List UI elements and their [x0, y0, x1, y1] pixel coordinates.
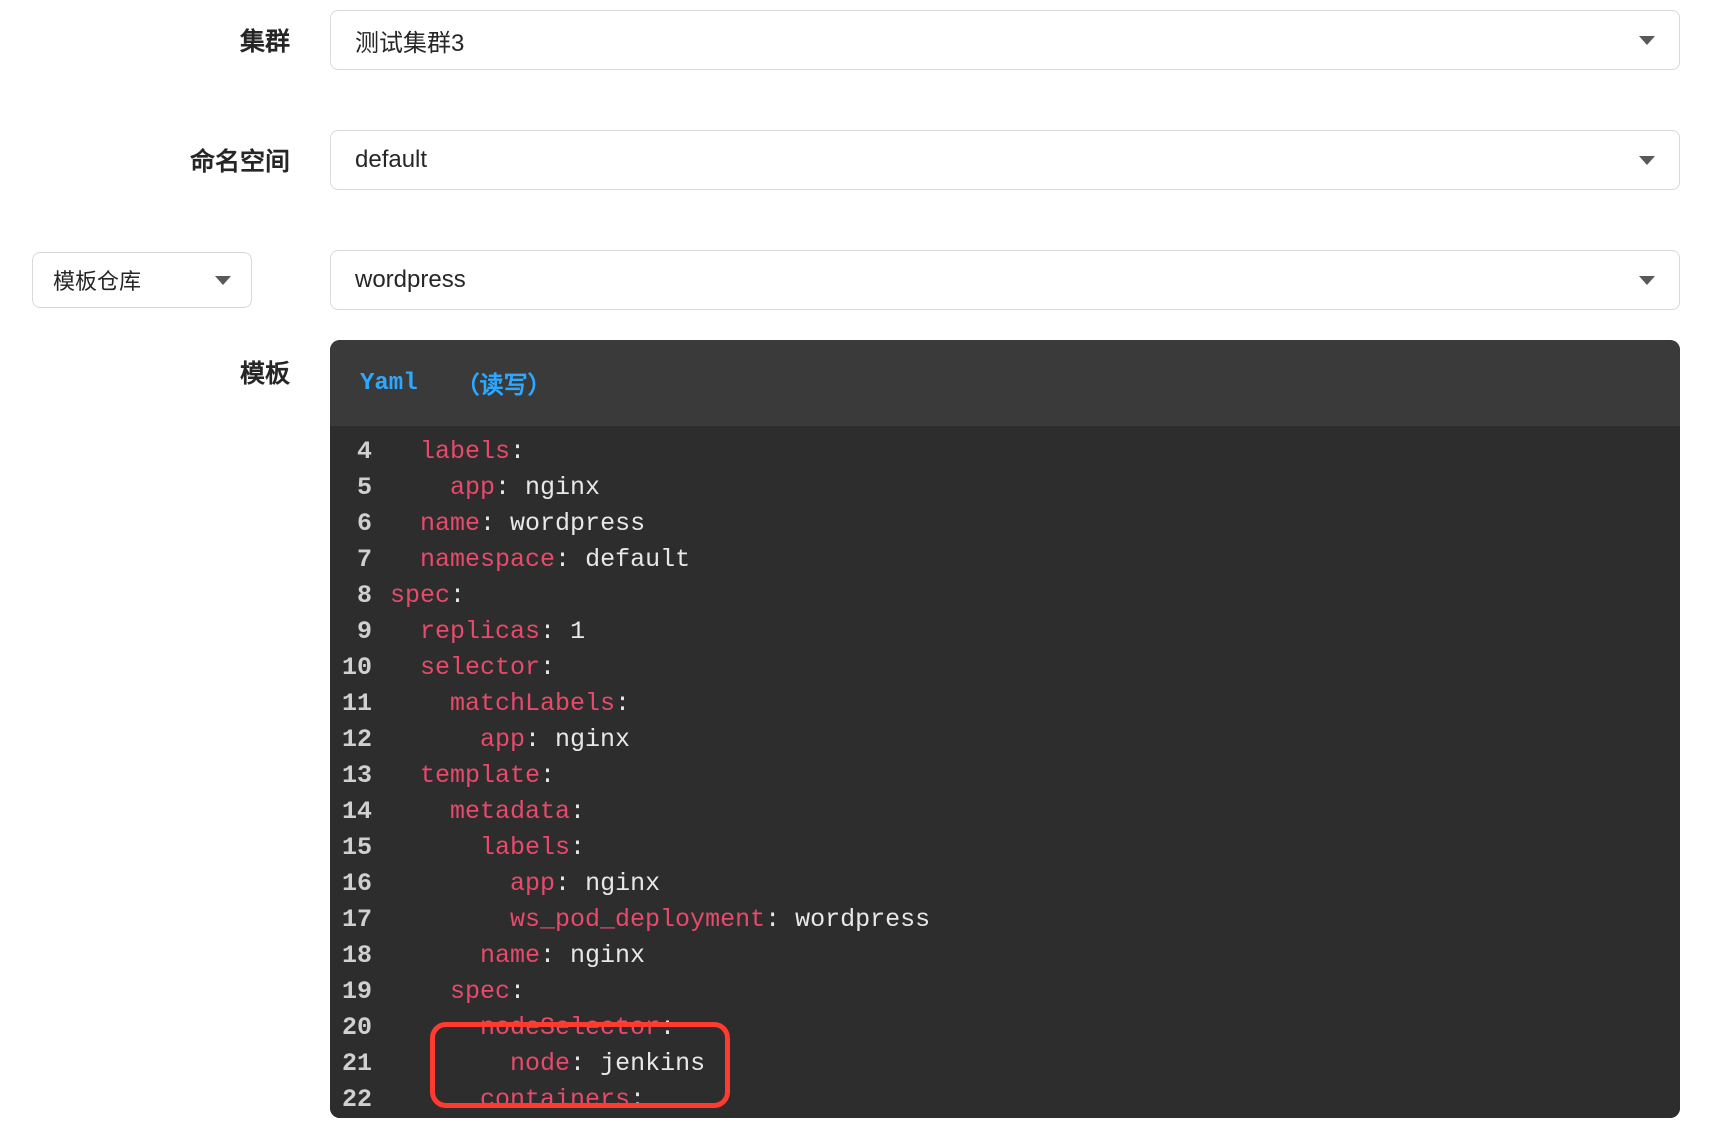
code-line[interactable]: 17 ws_pod_deployment: wordpress [330, 902, 1680, 938]
line-number: 21 [330, 1046, 390, 1082]
chevron-down-icon [1639, 156, 1655, 165]
cluster-label: 集群 [30, 22, 330, 58]
line-number: 19 [330, 974, 390, 1010]
editor-tab-yaml[interactable]: Yaml [360, 370, 418, 397]
code-content: name: nginx [390, 938, 645, 974]
line-number: 4 [330, 434, 390, 470]
code-content: node: jenkins [390, 1046, 705, 1082]
code-line[interactable]: 13 template: [330, 758, 1680, 794]
template-repo-select[interactable]: 模板仓库 [32, 252, 252, 308]
code-line[interactable]: 12 app: nginx [330, 722, 1680, 758]
line-number: 12 [330, 722, 390, 758]
line-number: 6 [330, 506, 390, 542]
code-content: matchLabels: [390, 686, 630, 722]
code-content: replicas: 1 [390, 614, 585, 650]
line-number: 11 [330, 686, 390, 722]
line-number: 7 [330, 542, 390, 578]
chevron-down-icon [1639, 276, 1655, 285]
line-number: 5 [330, 470, 390, 506]
code-line[interactable]: 6 name: wordpress [330, 506, 1680, 542]
line-number: 18 [330, 938, 390, 974]
code-line[interactable]: 22 containers: [330, 1082, 1680, 1118]
code-line[interactable]: 14 metadata: [330, 794, 1680, 830]
code-line[interactable]: 10 selector: [330, 650, 1680, 686]
code-line[interactable]: 4 labels: [330, 434, 1680, 470]
line-number: 16 [330, 866, 390, 902]
line-number: 10 [330, 650, 390, 686]
cluster-select-value: 测试集群3 [355, 23, 1639, 58]
code-content: labels: [390, 830, 585, 866]
cluster-select[interactable]: 测试集群3 [330, 10, 1680, 70]
namespace-label: 命名空间 [30, 142, 330, 178]
code-line[interactable]: 20 nodeSelector: [330, 1010, 1680, 1046]
code-line[interactable]: 11 matchLabels: [330, 686, 1680, 722]
line-number: 8 [330, 578, 390, 614]
code-line[interactable]: 16 app: nginx [330, 866, 1680, 902]
line-number: 15 [330, 830, 390, 866]
editor-header: Yaml （读写） [330, 340, 1680, 426]
code-content: namespace: default [390, 542, 690, 578]
template-name-value: wordpress [355, 266, 1639, 294]
line-number: 14 [330, 794, 390, 830]
code-line[interactable]: 19 spec: [330, 974, 1680, 1010]
namespace-select[interactable]: default [330, 130, 1680, 190]
code-line[interactable]: 9 replicas: 1 [330, 614, 1680, 650]
code-content: template: [390, 758, 555, 794]
chevron-down-icon [1639, 36, 1655, 45]
code-content: app: nginx [390, 866, 660, 902]
code-area[interactable]: 4 labels:5 app: nginx6 name: wordpress7 … [330, 426, 1680, 1118]
code-content: metadata: [390, 794, 585, 830]
line-number: 22 [330, 1082, 390, 1118]
code-line[interactable]: 18 name: nginx [330, 938, 1680, 974]
line-number: 13 [330, 758, 390, 794]
template-repo-value: 模板仓库 [53, 264, 141, 296]
line-number: 9 [330, 614, 390, 650]
code-line[interactable]: 21 node: jenkins [330, 1046, 1680, 1082]
code-content: containers: [390, 1082, 645, 1118]
code-line[interactable]: 15 labels: [330, 830, 1680, 866]
code-line[interactable]: 8spec: [330, 578, 1680, 614]
code-line[interactable]: 5 app: nginx [330, 470, 1680, 506]
code-content: nodeSelector: [390, 1010, 675, 1046]
code-content: app: nginx [390, 722, 630, 758]
editor-mode-label: （读写） [456, 365, 552, 401]
namespace-select-value: default [355, 146, 1639, 174]
code-content: ws_pod_deployment: wordpress [390, 902, 930, 938]
line-number: 20 [330, 1010, 390, 1046]
yaml-editor[interactable]: Yaml （读写） 4 labels:5 app: nginx6 name: w… [330, 340, 1680, 1118]
code-content: labels: [390, 434, 525, 470]
code-content: name: wordpress [390, 506, 645, 542]
chevron-down-icon [215, 276, 231, 285]
line-number: 17 [330, 902, 390, 938]
template-label: 模板 [30, 340, 330, 390]
code-content: app: nginx [390, 470, 600, 506]
code-content: spec: [390, 974, 525, 1010]
code-line[interactable]: 7 namespace: default [330, 542, 1680, 578]
template-name-select[interactable]: wordpress [330, 250, 1680, 310]
code-content: spec: [390, 578, 465, 614]
code-content: selector: [390, 650, 555, 686]
